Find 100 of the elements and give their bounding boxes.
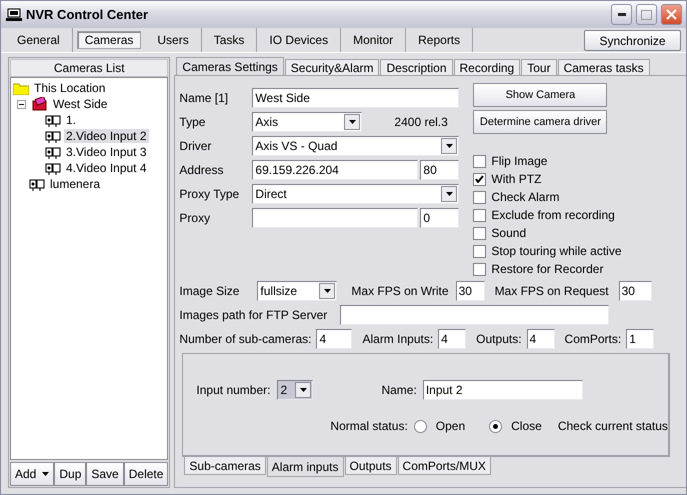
image-size-dropdown[interactable]: fullsize bbox=[257, 281, 338, 301]
main-tab[interactable]: Tasks bbox=[202, 28, 258, 52]
port-field[interactable]: 80 bbox=[420, 160, 460, 180]
minus-icon bbox=[19, 102, 24, 106]
list-header: Cameras List bbox=[10, 59, 168, 77]
action-button[interactable]: Show Camera bbox=[473, 83, 608, 107]
text-field[interactable]: 69.159.226.204 bbox=[252, 160, 418, 180]
sub-tab[interactable]: Alarm inputs bbox=[266, 457, 344, 477]
field-label: Images path for FTP Server bbox=[179, 308, 328, 322]
tree-item[interactable]: 4.Video Input 4 bbox=[64, 161, 149, 175]
sub-tab[interactable]: ComPorts/MUX bbox=[398, 457, 491, 475]
settings-tab[interactable]: Security&Alarm bbox=[284, 59, 380, 75]
tree-item[interactable]: 1. bbox=[64, 113, 78, 127]
checkbox-label: Restore for Recorder bbox=[491, 262, 604, 276]
main-tab[interactable]: General bbox=[5, 28, 73, 52]
port-field[interactable]: 0 bbox=[420, 208, 460, 228]
field-label: Normal status: bbox=[330, 419, 408, 433]
checkbox-label: With PTZ bbox=[491, 172, 542, 186]
checkbox-label: Exclude from recording bbox=[491, 208, 615, 222]
main-tab[interactable]: IO Devices bbox=[257, 28, 342, 52]
camera-icon bbox=[45, 112, 61, 128]
count-field[interactable]: 4 bbox=[526, 329, 555, 349]
field-label: Proxy Type bbox=[179, 186, 240, 203]
settings-tab[interactable]: Tour bbox=[521, 59, 557, 75]
checkbox[interactable] bbox=[473, 262, 486, 276]
caret-icon bbox=[300, 388, 307, 392]
tree-item[interactable]: West Side bbox=[51, 97, 110, 111]
field-label: Number of sub-cameras: bbox=[179, 332, 312, 346]
field-label: Alarm Inputs: bbox=[362, 332, 434, 346]
sub-tab[interactable]: Outputs bbox=[344, 457, 397, 475]
folder-icon bbox=[13, 82, 29, 94]
main-tab[interactable]: Cameras bbox=[76, 31, 142, 49]
main-tab[interactable]: Monitor bbox=[341, 28, 406, 52]
field-label: Proxy bbox=[179, 210, 212, 227]
add-button[interactable]: Add bbox=[10, 462, 54, 486]
checkbox-label: Check Alarm bbox=[491, 190, 560, 204]
settings-tab[interactable]: Cameras tasks bbox=[558, 59, 650, 75]
dropdown[interactable]: Direct bbox=[252, 184, 460, 204]
field-label: Input number: bbox=[196, 383, 270, 397]
camera-group-icon bbox=[32, 97, 48, 111]
computer-icon bbox=[6, 8, 22, 22]
count-field[interactable]: 4 bbox=[316, 329, 352, 349]
radio-button[interactable] bbox=[414, 420, 427, 432]
maximize-icon bbox=[641, 10, 652, 20]
radio-button[interactable] bbox=[489, 420, 502, 432]
settings-tab[interactable]: Cameras Settings bbox=[176, 57, 284, 75]
minimize-button[interactable] bbox=[611, 4, 632, 25]
window-title: NVR Control Center bbox=[26, 7, 150, 22]
field-label: Address bbox=[179, 162, 224, 179]
field-label: Name [1] bbox=[179, 90, 230, 107]
sub-tab[interactable]: Sub-cameras bbox=[184, 457, 266, 475]
count-field[interactable]: 4 bbox=[438, 329, 466, 349]
collapse-toggle[interactable] bbox=[17, 100, 26, 108]
field-label: Image Size bbox=[179, 284, 240, 298]
field-label: Max FPS on Write bbox=[351, 284, 449, 298]
camera-icon bbox=[45, 144, 61, 160]
close-button[interactable] bbox=[661, 4, 682, 25]
list-button[interactable]: Dup bbox=[54, 462, 86, 486]
camera-icon bbox=[29, 176, 45, 192]
settings-tab[interactable]: Recording bbox=[454, 59, 520, 75]
action-button[interactable]: Determine camera driver bbox=[473, 110, 608, 134]
field-label: Outputs: bbox=[476, 332, 522, 346]
check-status-link[interactable]: Check current status bbox=[558, 419, 668, 433]
tree-item[interactable]: 2.Video Input 2 bbox=[64, 129, 149, 143]
radio-label: Close bbox=[511, 419, 542, 433]
caret-icon bbox=[348, 120, 356, 124]
minimize-icon bbox=[618, 13, 626, 16]
settings-tab[interactable]: Description bbox=[380, 59, 453, 75]
checkbox-label: Flip Image bbox=[491, 154, 548, 168]
dropdown[interactable]: Axis bbox=[252, 112, 362, 132]
checkbox[interactable] bbox=[473, 244, 486, 258]
close-icon bbox=[666, 9, 677, 20]
field-label: Max FPS on Request bbox=[494, 284, 609, 298]
list-button[interactable]: Save bbox=[86, 462, 124, 486]
text-field[interactable]: West Side bbox=[252, 88, 460, 108]
checkbox[interactable] bbox=[473, 172, 486, 186]
main-tab[interactable]: Reports bbox=[406, 28, 474, 52]
tree-item[interactable]: lumenera bbox=[48, 177, 102, 191]
input-name-field[interactable]: Input 2 bbox=[422, 380, 583, 400]
field-label: Type bbox=[179, 114, 206, 131]
synchronize-button[interactable]: Synchronize bbox=[584, 30, 681, 51]
tree-item[interactable]: This Location bbox=[32, 81, 108, 95]
ftp-path-field[interactable] bbox=[340, 305, 610, 325]
checkbox[interactable] bbox=[473, 154, 486, 168]
text-field[interactable] bbox=[252, 208, 418, 228]
checkbox-label: Stop touring while active bbox=[491, 244, 622, 258]
camera-icon bbox=[45, 160, 61, 176]
field-label: Driver bbox=[179, 138, 212, 155]
checkbox[interactable] bbox=[473, 190, 486, 204]
main-tab[interactable]: Users bbox=[145, 28, 202, 52]
max-fps-write-field[interactable]: 30 bbox=[456, 281, 485, 301]
checkbox[interactable] bbox=[473, 226, 486, 240]
checkbox[interactable] bbox=[473, 208, 486, 222]
tree-item[interactable]: 3.Video Input 3 bbox=[64, 145, 149, 159]
list-button[interactable]: Delete bbox=[124, 462, 168, 486]
dropdown[interactable]: Axis VS - Quad bbox=[252, 136, 460, 156]
input-number-dropdown[interactable]: 2 bbox=[277, 380, 314, 400]
count-field[interactable]: 1 bbox=[626, 329, 654, 349]
check-icon bbox=[475, 175, 484, 183]
max-fps-request-field[interactable]: 30 bbox=[618, 281, 652, 301]
